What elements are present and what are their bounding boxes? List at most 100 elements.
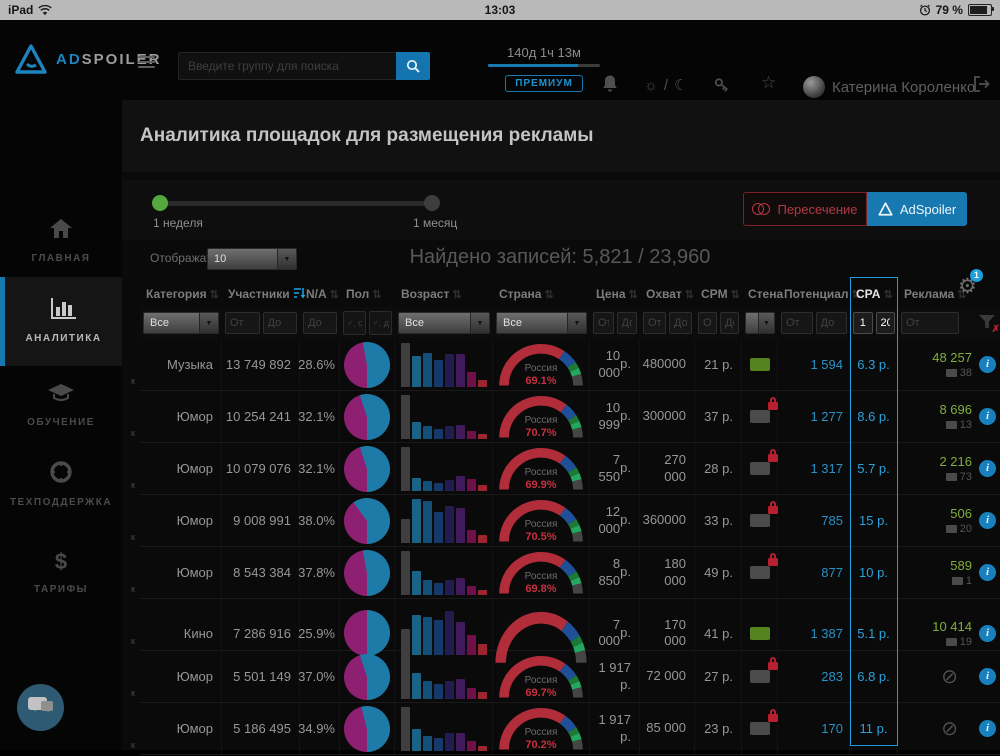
column-header-Возраст[interactable]: Возраст⇅: [395, 287, 493, 301]
table-row[interactable]: кЮмор10 254 24132.1%Россия70.7%10 999р.3…: [140, 391, 1000, 443]
filter-wall-select[interactable]: ▼: [745, 312, 775, 334]
intersection-button[interactable]: Пересечение: [743, 192, 867, 226]
row-info-button[interactable]: i: [979, 564, 996, 581]
column-header-CPM[interactable]: CPM⇅: [695, 287, 742, 301]
filter-ads-from[interactable]: [901, 312, 959, 334]
row-info-button[interactable]: i: [979, 460, 996, 477]
filter-price-from[interactable]: [593, 312, 614, 334]
table-row[interactable]: кЮмор10 079 07632.1%Россия69.9%7 550р.27…: [140, 443, 1000, 495]
filter-price-to[interactable]: [617, 312, 638, 334]
sort-icon[interactable]: ⇅: [372, 288, 381, 301]
filter-gender-male[interactable]: ♂, с: [343, 311, 366, 335]
column-header-Реклама[interactable]: Реклама⇅: [898, 287, 1000, 301]
table-row[interactable]: кЮмор5 501 14937.0%Россия69.7%1 917 р.72…: [140, 651, 1000, 703]
sort-icon[interactable]: ⇅: [544, 288, 553, 301]
api-key-icon[interactable]: [712, 75, 732, 95]
table-row[interactable]: кЮмор9 008 99138.0%Россия70.5%12 000р.36…: [140, 495, 1000, 547]
column-header-Охват[interactable]: Охват⇅: [640, 287, 695, 301]
sort-icon[interactable]: ⇅: [883, 288, 892, 301]
filter-members-from[interactable]: [225, 312, 260, 334]
filter-category-select[interactable]: Все▼: [143, 312, 219, 334]
user-name[interactable]: Катерина Короленко: [832, 79, 975, 96]
filter-reach-from[interactable]: [643, 312, 666, 334]
filter-reach-to[interactable]: [669, 312, 692, 334]
search-input[interactable]: [178, 52, 396, 80]
cell-cpa: 8.6 р.: [850, 391, 898, 442]
table-row[interactable]: кЮмор8 543 38437.8%Россия69.8%8 850р.180…: [140, 547, 1000, 599]
filter-cpa-from[interactable]: [853, 312, 873, 334]
favorites-star-icon[interactable]: ☆: [761, 73, 776, 93]
theme-toggle-icon[interactable]: ☼ / ☾: [644, 76, 689, 94]
intersection-icon: [752, 203, 770, 215]
row-info-button[interactable]: i: [979, 512, 996, 529]
sort-icon[interactable]: ⇅: [685, 288, 694, 301]
age-bar: [456, 476, 465, 491]
country-gauge-chart: Россия69.1%: [497, 340, 585, 389]
display-per-select[interactable]: 10▼: [207, 248, 297, 270]
age-bar: [434, 360, 443, 387]
column-header-Страна[interactable]: Страна⇅: [493, 287, 590, 301]
gauge-country-label: Россия: [497, 727, 585, 738]
filter-country-select[interactable]: Все▼: [496, 312, 587, 334]
age-bar: [401, 447, 410, 491]
sidebar-item-4[interactable]: ТЕХПОДДЕРЖКА: [0, 461, 122, 508]
period-slider-handle-min[interactable]: [152, 195, 168, 211]
row-info-button[interactable]: i: [979, 356, 996, 373]
age-bar: [445, 480, 454, 491]
column-header-N/A[interactable]: N/A⇅: [300, 287, 340, 301]
logout-icon[interactable]: [973, 76, 991, 92]
country-gauge-chart: Россия69.7%: [497, 652, 585, 701]
cell-potential: 170: [778, 703, 850, 754]
user-avatar[interactable]: [803, 76, 825, 98]
row-info-button[interactable]: i: [979, 408, 996, 425]
cell-cpm: 33 р.: [695, 495, 742, 546]
sort-icon[interactable]: ⇅: [731, 288, 740, 301]
column-header-CPA[interactable]: CPA⇅: [850, 287, 898, 301]
table-row[interactable]: кМузыка13 749 89228.6%Россия69.1%10 000р…: [140, 339, 1000, 391]
sort-icon[interactable]: ⇅: [210, 288, 219, 301]
chat-fab-button[interactable]: [17, 684, 64, 731]
column-header-Стена[interactable]: Стена: [742, 287, 778, 301]
sidebar-item-5[interactable]: $ТАРИФЫ: [0, 549, 122, 595]
filter-gender-female[interactable]: ♂, д: [369, 311, 392, 335]
column-header-label: Цена: [596, 287, 626, 301]
adspoiler-button-icon: [878, 202, 893, 216]
timer-remaining: 140д 1ч 13м: [488, 45, 600, 60]
filter-age-select[interactable]: Все▼: [398, 312, 490, 334]
table-row[interactable]: кЮмор5 186 49534.9%Россия70.2%1 917 р.85…: [140, 703, 1000, 755]
search-button[interactable]: [396, 52, 430, 80]
filter-na-to[interactable]: [303, 312, 337, 334]
ads-values: 5891: [950, 558, 972, 587]
sort-icon[interactable]: ⇅: [629, 288, 638, 301]
column-header-Потенциал[interactable]: Потенциал⇅: [778, 287, 850, 301]
sidebar-item-1[interactable]: ГЛАВНАЯ: [0, 218, 122, 264]
filter-cpa-to[interactable]: [876, 312, 896, 334]
period-slider[interactable]: [160, 201, 432, 206]
cell-cpm: 28 р.: [695, 443, 742, 494]
period-slider-handle-max[interactable]: [424, 195, 440, 211]
cell-ads: ⊘i: [898, 651, 1000, 702]
column-header-Цена[interactable]: Цена⇅: [590, 287, 640, 301]
filter-members-to[interactable]: [263, 312, 298, 334]
filter-potential-to[interactable]: [816, 312, 848, 334]
sort-icon[interactable]: ⇅: [330, 288, 339, 301]
filter-potential-from[interactable]: [781, 312, 813, 334]
sidebar-item-2[interactable]: АНАЛИТИКА: [0, 277, 122, 366]
notifications-bell-icon[interactable]: [601, 74, 619, 93]
table-row[interactable]: кКино7 286 91625.9%7 000р.170 00041 р.1 …: [140, 599, 1000, 651]
row-info-button[interactable]: i: [979, 625, 996, 642]
column-settings-button[interactable]: ⚙ 1: [958, 274, 977, 299]
row-info-button[interactable]: i: [979, 668, 996, 685]
filter-cpm-from[interactable]: [698, 312, 717, 334]
sort-icon[interactable]: ⇅: [452, 288, 461, 301]
column-header-Пол[interactable]: Пол⇅: [340, 287, 395, 301]
reset-filters-button[interactable]: ✗: [979, 315, 997, 331]
cell-potential: 877: [778, 547, 850, 598]
column-header-Участники[interactable]: Участники: [222, 287, 300, 302]
menu-toggle-icon[interactable]: [138, 53, 155, 71]
adspoiler-mode-button[interactable]: AdSpoiler: [867, 192, 967, 226]
row-info-button[interactable]: i: [979, 720, 996, 737]
sidebar-item-3[interactable]: ОБУЧЕНИЕ: [0, 383, 122, 428]
column-header-Категория[interactable]: Категория⇅: [140, 287, 222, 301]
filter-cpm-to[interactable]: [720, 312, 739, 334]
